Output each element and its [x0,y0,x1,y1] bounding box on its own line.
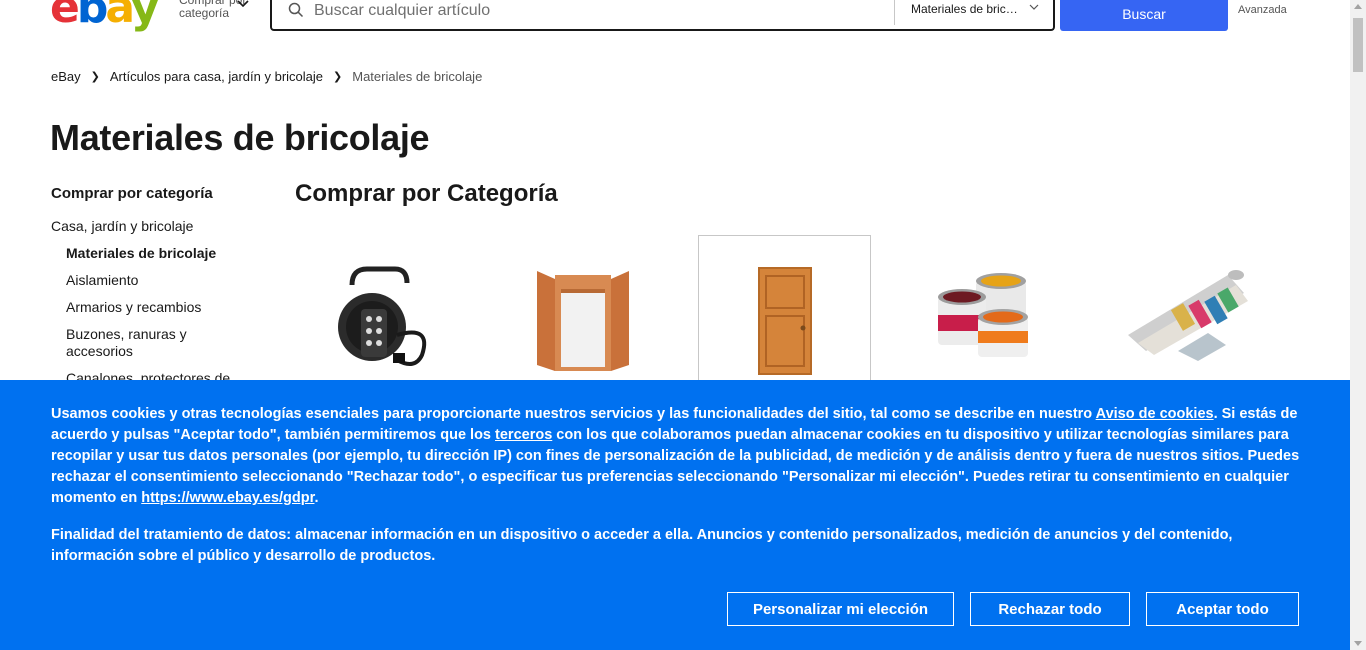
scroll-down-arrow-icon[interactable] [1354,641,1362,646]
breadcrumb: eBay ❯ Artículos para casa, jardín y bri… [51,69,482,84]
cookie-text: Usamos cookies y otras tecnologías esenc… [51,404,1301,509]
sidebar-title: Comprar por categoría [51,185,213,202]
logo-letter-y: y [130,0,160,33]
chevron-right-icon: ❯ [90,71,100,83]
gdpr-link[interactable]: https://www.ebay.es/gdpr [141,490,314,506]
shop-by-category-button[interactable]: Comprar por categoría [179,0,249,20]
category-heading: Comprar por Categoría [295,180,558,207]
reject-all-button[interactable]: Rechazar todo [970,592,1130,626]
category-dropdown[interactable]: Materiales de bric… [894,0,1055,25]
cookie-notice-link[interactable]: Aviso de cookies [1096,406,1214,422]
cookie-text-part: Usamos cookies y otras tecnologías esenc… [51,406,1096,422]
data-purpose-text: Finalidad del tratamiento de datos: alma… [51,527,1233,564]
logo-letter-e: e [50,0,80,33]
door-icon [758,267,812,375]
sidebar-item-home-garden[interactable]: Casa, jardín y bricolaje [51,218,241,234]
sidebar-item-diy-materials[interactable]: Materiales de bricolaje [66,245,241,262]
search-bar: Materiales de bric… [270,0,1055,31]
chevron-down-icon [237,0,249,8]
category-tile-wardrobe[interactable] [497,235,670,385]
ebay-logo[interactable]: ebay [50,0,160,33]
cookie-consent-banner: Usamos cookies y otras tecnologías esenc… [0,380,1350,650]
advanced-search-link[interactable]: Avanzada [1238,4,1287,16]
wardrobe-frame-icon [537,271,629,371]
logo-letter-b: b [76,0,108,33]
scrollbar-thumb[interactable] [1353,18,1363,72]
chevron-right-icon: ❯ [333,71,343,83]
page-scrollbar[interactable] [1350,0,1366,650]
page-title: Materiales de bricolaje [50,117,430,158]
sidebar-item-insulation[interactable]: Aislamiento [66,272,241,289]
sidebar-item-mailboxes[interactable]: Buzones, ranuras y accesorios [66,326,241,360]
customize-choice-button[interactable]: Personalizar mi elección [727,592,954,626]
category-tile-door[interactable] [698,235,871,385]
category-tile-paint[interactable] [898,235,1071,385]
paint-cans-icon [938,273,1028,357]
accept-all-button[interactable]: Aceptar todo [1146,592,1299,626]
breadcrumb-ebay[interactable]: eBay [51,69,81,84]
search-input[interactable] [314,0,884,24]
category-sidebar: Comprar por categoría Casa, jardín y bri… [51,185,241,397]
search-icon [288,2,304,18]
logo-letter-a: a [105,0,133,33]
third-parties-link[interactable]: terceros [495,427,552,443]
cable-reel-icon [338,266,427,366]
search-button[interactable]: Buscar [1060,0,1228,31]
sidebar-item-cabinets[interactable]: Armarios y recambios [66,299,241,316]
chevron-down-icon [1029,4,1039,10]
category-dropdown-value: Materiales de bric… [911,2,1018,16]
cookie-text-part: . [314,490,319,506]
scroll-up-arrow-icon[interactable] [1354,4,1362,9]
wallpaper-rolls-icon [1128,270,1248,361]
breadcrumb-current: Materiales de bricolaje [352,69,483,84]
category-tile-wallpaper[interactable] [1098,235,1271,385]
breadcrumb-home-garden[interactable]: Artículos para casa, jardín y bricolaje [110,69,323,84]
category-tile-cable-reel[interactable] [297,235,470,385]
